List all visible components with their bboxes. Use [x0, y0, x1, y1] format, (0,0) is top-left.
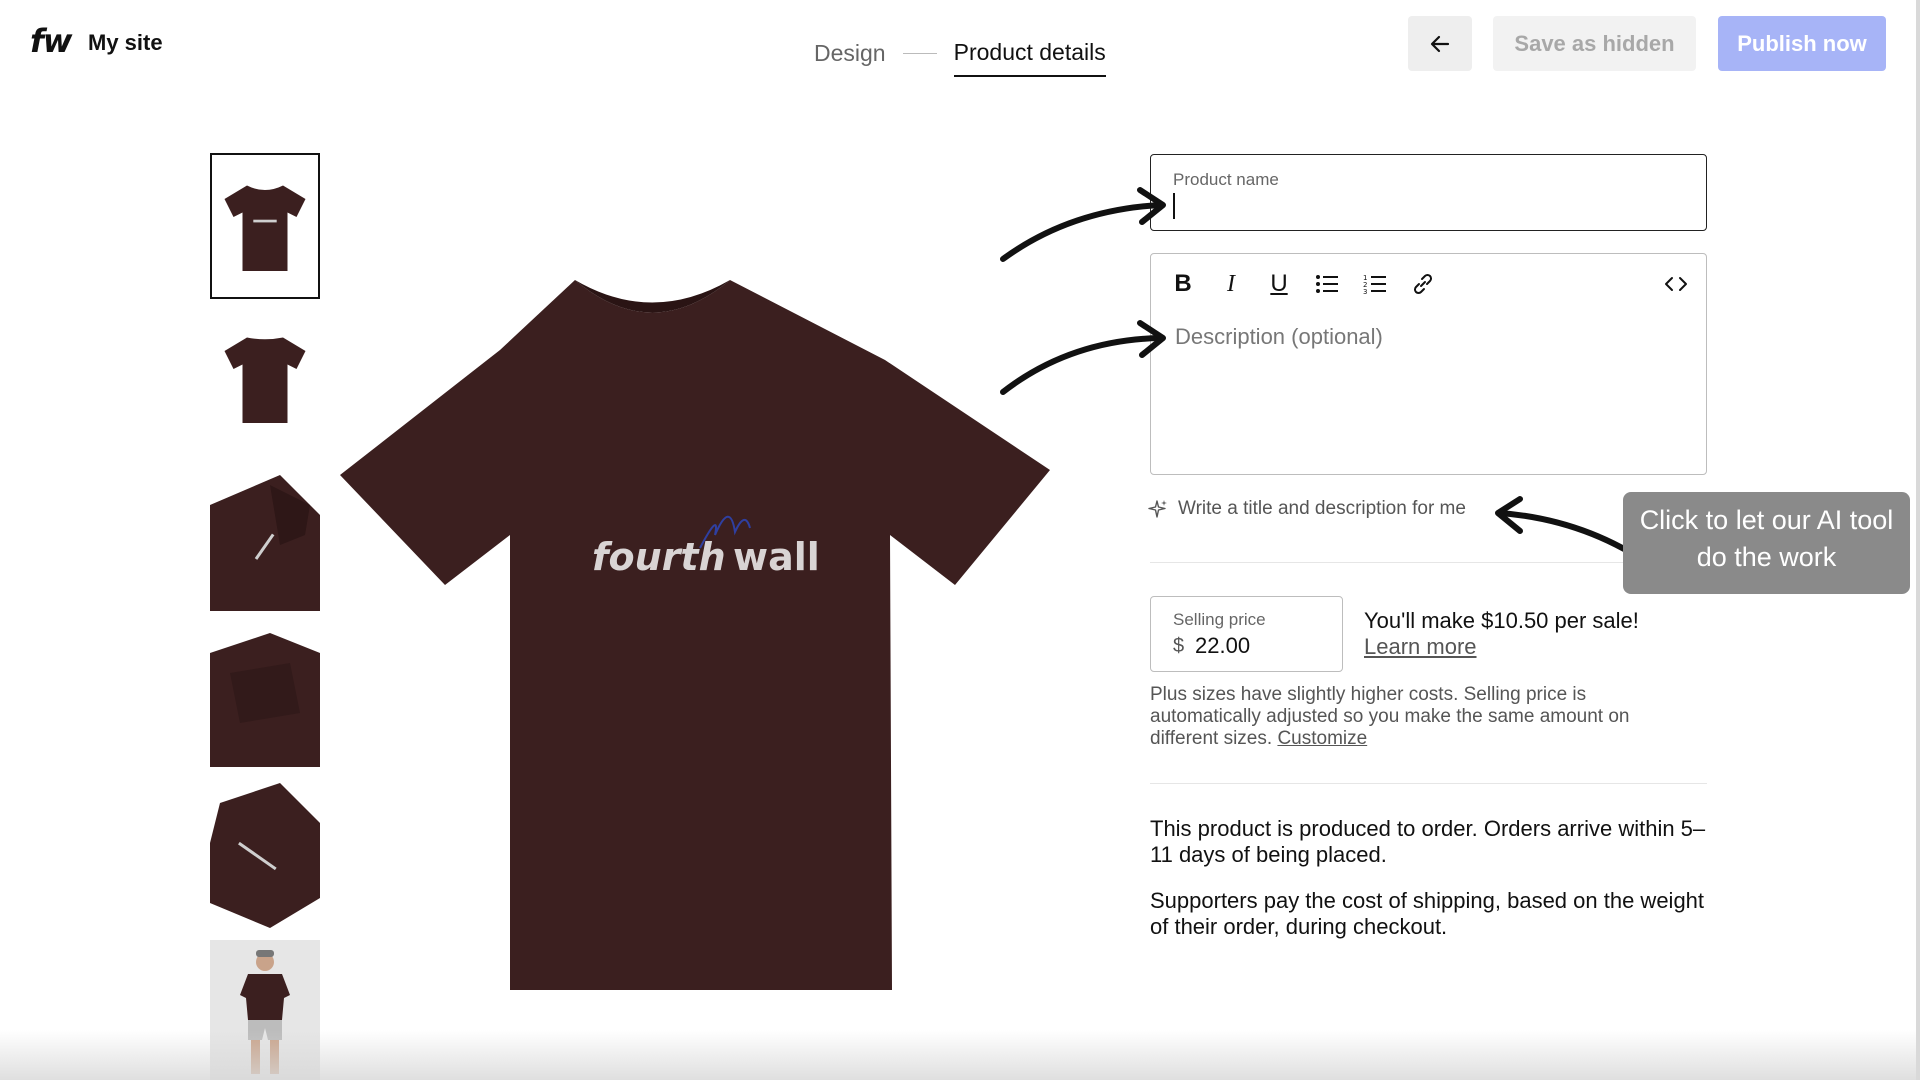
tshirt-back-thumb — [224, 337, 306, 423]
plus-size-note: Plus sizes have slightly higher costs. S… — [1150, 684, 1670, 750]
selling-price-value: 22.00 — [1195, 633, 1251, 658]
ai-write-label: Write a title and description for me — [1178, 498, 1466, 519]
save-as-hidden-button[interactable]: Save as hidden — [1493, 16, 1696, 71]
text-cursor — [1173, 193, 1175, 219]
selling-price-field[interactable]: Selling price $ 22.00 — [1150, 596, 1343, 672]
description-placeholder: Description (optional) — [1175, 324, 1383, 349]
arrow-left-icon — [1430, 35, 1450, 52]
step-breadcrumb: Design Product details — [814, 30, 1106, 77]
fw-logo[interactable]: fw — [30, 22, 72, 60]
ai-tooltip: Click to let our AI tool do the work — [1623, 492, 1910, 594]
shipping-info: Supporters pay the cost of shipping, bas… — [1150, 888, 1705, 939]
link-icon[interactable] — [1407, 268, 1439, 300]
tshirt-folded-thumb — [210, 783, 320, 928]
profit-text: You'll make $10.50 per sale! — [1364, 608, 1639, 633]
step-design[interactable]: Design — [814, 40, 886, 67]
underline-icon[interactable]: U — [1263, 268, 1295, 300]
tshirt-front-thumb — [224, 185, 306, 271]
description-editor[interactable]: B I U 123 Description (optional) — [1150, 253, 1707, 475]
step-divider — [902, 53, 937, 54]
thumbnail-side-fold[interactable] — [210, 633, 320, 767]
selling-price-label: Selling price — [1173, 610, 1266, 629]
bold-icon[interactable]: B — [1167, 268, 1199, 300]
step-product-details[interactable]: Product details — [953, 39, 1106, 77]
italic-icon[interactable]: I — [1215, 268, 1247, 300]
tshirt-sleeve-thumb — [210, 475, 320, 611]
product-name-label: Product name — [1173, 170, 1279, 189]
learn-more-link[interactable]: Learn more — [1364, 634, 1477, 660]
window-edge — [1916, 0, 1920, 1080]
brand-text-wall: wall — [733, 535, 820, 579]
formatting-toolbar: B I U 123 — [1167, 268, 1439, 300]
bullet-list-icon[interactable] — [1311, 268, 1343, 300]
tshirt-front-image: fourth wall — [340, 280, 1050, 990]
thumbnail-back[interactable] — [210, 323, 320, 433]
arrow-to-name — [1000, 202, 1163, 262]
code-icon[interactable] — [1660, 268, 1692, 300]
thumbnail-sleeve[interactable] — [210, 475, 320, 611]
back-button[interactable] — [1408, 16, 1472, 71]
tshirt-side-thumb — [210, 633, 320, 767]
plus-size-text: Plus sizes have slightly higher costs. S… — [1150, 684, 1630, 749]
product-name-field[interactable]: Product name — [1150, 154, 1707, 231]
svg-text:3: 3 — [1363, 288, 1367, 295]
numbered-list-icon[interactable]: 123 — [1359, 268, 1391, 300]
site-name[interactable]: My site — [88, 30, 163, 56]
customize-link[interactable]: Customize — [1277, 728, 1367, 749]
thumbnail-front[interactable] — [210, 153, 320, 299]
sparkle-icon — [1148, 500, 1167, 518]
bottom-shade — [0, 1030, 1920, 1080]
publish-now-button[interactable]: Publish now — [1718, 16, 1886, 71]
divider — [1150, 783, 1707, 784]
thumbnail-folded[interactable] — [210, 783, 320, 928]
currency-symbol: $ — [1173, 635, 1185, 657]
ai-write-button[interactable]: Write a title and description for me — [1148, 498, 1466, 520]
top-bar: fw My site Design Product details Save a… — [0, 0, 1920, 90]
production-info: This product is produced to order. Order… — [1150, 816, 1706, 867]
main-product-image: fourth wall — [330, 270, 1050, 1000]
brand-text-fourth: fourth — [592, 535, 726, 579]
